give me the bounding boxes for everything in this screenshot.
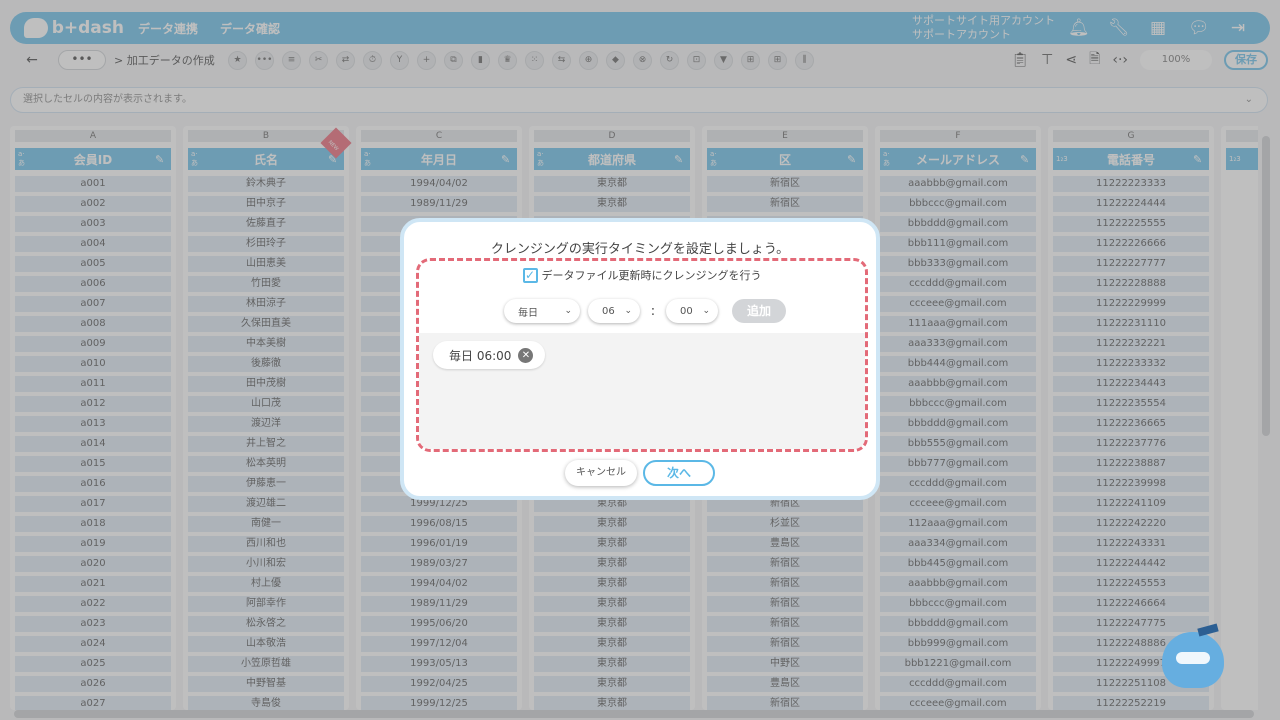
chevron-down-icon: ⌄	[624, 306, 632, 316]
mascot-face	[1176, 652, 1210, 664]
cleansing-timing-dialog: クレンジングの実行タイミングを設定しましょう。 ✓ データファイル更新時にクレン…	[400, 218, 880, 500]
schedule-row: 毎日 ⌄ 06 ⌄ : 00 ⌄ 追加	[504, 299, 786, 323]
checkbox-checked-icon[interactable]: ✓	[522, 267, 538, 283]
settings-highlight-box: ✓ データファイル更新時にクレンジングを行う 毎日 ⌄ 06 ⌄ : 00 ⌄ …	[416, 258, 868, 452]
update-checkbox-row[interactable]: ✓ データファイル更新時にクレンジングを行う	[419, 267, 865, 283]
schedule-chip: 毎日 06:00 ✕	[433, 341, 546, 369]
add-schedule-button[interactable]: 追加	[732, 299, 786, 323]
next-button[interactable]: 次へ	[643, 460, 715, 486]
dialog-buttons: キャンセル 次へ	[404, 460, 876, 486]
minute-value: 00	[680, 305, 693, 317]
schedule-chip-label: 毎日 06:00	[449, 348, 512, 363]
time-separator: :	[650, 303, 656, 319]
chevron-down-icon: ⌄	[564, 306, 572, 316]
checkbox-label: データファイル更新時にクレンジングを行う	[541, 269, 762, 282]
minute-select[interactable]: 00 ⌄	[666, 299, 718, 323]
cancel-button[interactable]: キャンセル	[565, 460, 637, 486]
frequency-value: 毎日	[518, 307, 538, 319]
frequency-select[interactable]: 毎日 ⌄	[504, 299, 580, 323]
schedule-list: 毎日 06:00 ✕	[419, 333, 865, 449]
remove-icon[interactable]: ✕	[518, 347, 534, 363]
dialog-title: クレンジングの実行タイミングを設定しましょう。	[490, 242, 790, 257]
mascot-helper-icon[interactable]	[1162, 623, 1224, 688]
chevron-down-icon: ⌄	[702, 306, 710, 316]
hour-value: 06	[602, 305, 615, 317]
hour-select[interactable]: 06 ⌄	[588, 299, 640, 323]
